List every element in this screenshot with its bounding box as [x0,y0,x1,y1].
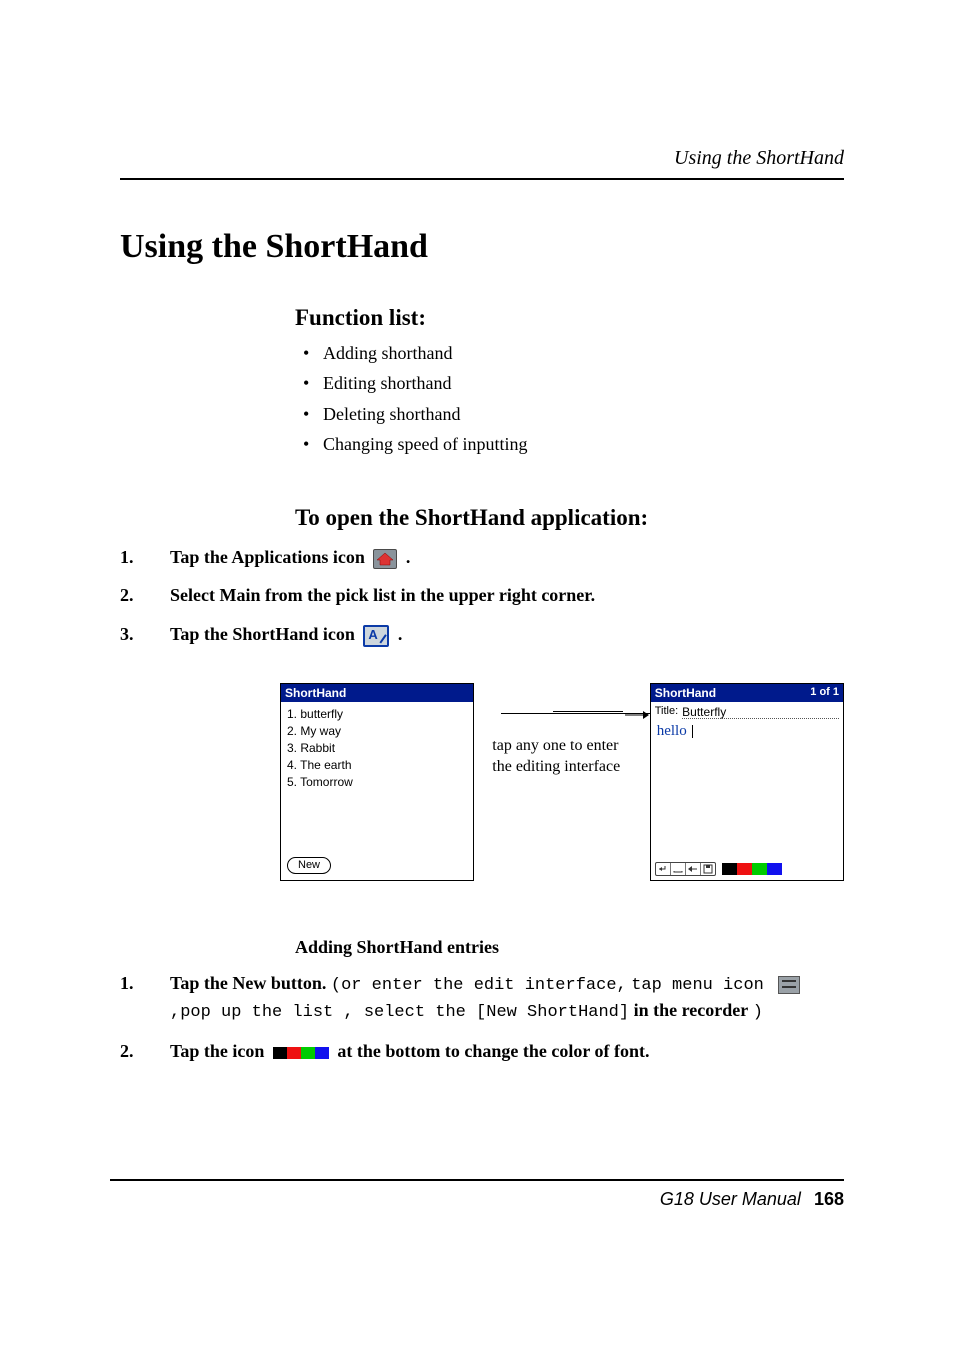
list-item: Changing speed of inputting [295,432,844,456]
step-text: Select Main from the pick list in the up… [170,585,595,605]
adding-section: Adding ShortHand entries [295,935,844,959]
step-text-tail: . [398,624,403,644]
color-black[interactable] [722,863,737,875]
step-mono: tap menu icon [631,976,774,995]
swatch-blue [315,1047,329,1059]
function-list: Adding shorthand Editing shorthand Delet… [295,341,844,456]
screen-title: ShortHand [285,685,346,701]
adding-steps: Tap the New button. (or enter the edit i… [120,971,844,1063]
step: Tap the ShortHand icon A . [120,622,844,647]
color-swatches-icon [273,1047,329,1059]
written-text: hello [657,723,687,739]
step-text-tail: . [406,547,411,567]
color-red[interactable] [737,863,752,875]
function-list-section: Function list: Adding shorthand Editing … [295,302,844,456]
open-app-heading: To open the ShortHand application: [295,502,844,533]
home-icon [373,549,397,569]
list-item: Adding shorthand [295,341,844,365]
footer-page-number: 168 [814,1189,844,1209]
return-icon[interactable] [656,863,671,875]
adding-heading: Adding ShortHand entries [295,935,844,959]
step-bold: at the bottom to change the color of fon… [337,1041,649,1061]
list-item: Deleting shorthand [295,402,844,426]
running-header: Using the ShortHand [120,145,844,180]
screenshot-shorthand-edit: ShortHand 1 of 1 Title: Butterfly hello [650,683,844,881]
toolbar-icons [655,862,716,876]
screenshots-row: ShortHand 1. butterfly 2. My way 3. Rabb… [280,683,844,881]
list-item[interactable]: 1. butterfly [287,706,467,722]
color-green[interactable] [752,863,767,875]
swatch-black [273,1047,287,1059]
arrow-icon [625,706,649,725]
page-title: Using the ShortHand [120,224,844,270]
writing-area[interactable]: hello [651,719,843,863]
step-bold: in the recorder [634,1000,749,1020]
list-item: Editing shorthand [295,371,844,395]
title-label: Title: [655,704,678,719]
step-bold: Tap the New button. [170,973,326,993]
step: Select Main from the pick list in the up… [120,583,844,607]
list-item[interactable]: 5. Tomorrow [287,774,467,790]
swatch-red [287,1047,301,1059]
step-mono: (or enter the edit interface, [331,976,627,995]
screenshot-shorthand-list: ShortHand 1. butterfly 2. My way 3. Rabb… [280,683,474,881]
step-text: Tap the ShortHand icon [170,624,359,644]
backspace-icon[interactable] [686,863,701,875]
shorthand-icon: A [363,625,389,647]
screen-titlebar: ShortHand [281,684,473,702]
screen-title: ShortHand [655,685,716,701]
callout-line [553,711,623,712]
swatch-green [301,1047,315,1059]
shorthand-list: 1. butterfly 2. My way 3. Rabbit 4. The … [281,702,473,795]
color-palette[interactable] [722,863,782,875]
list-item[interactable]: 4. The earth [287,757,467,773]
space-icon[interactable] [671,863,686,875]
title-input[interactable]: Butterfly [682,704,839,719]
step: Tap the Applications icon . [120,545,844,569]
list-item[interactable]: 3. Rabbit [287,740,467,756]
step-bold: Tap the icon [170,1041,264,1061]
new-button[interactable]: New [287,857,331,874]
page-footer: G18 User Manual 168 [110,1179,844,1211]
step-mono: ,pop up the list , select the [New Short… [170,1003,629,1022]
footer-manual: G18 User Manual [660,1189,801,1209]
step: Tap the icon at the bottom to change the… [120,1039,844,1063]
color-blue[interactable] [767,863,782,875]
menu-icon [778,976,800,994]
title-field-row: Title: Butterfly [651,702,843,719]
step: Tap the New button. (or enter the edit i… [120,971,844,1025]
step-mono: ) [753,1003,763,1022]
screen-titlebar: ShortHand 1 of 1 [651,684,843,702]
save-icon[interactable] [701,863,715,875]
text-cursor [692,725,693,738]
page: Using the ShortHand Using the ShortHand … [0,0,954,1351]
screen-page-indicator: 1 of 1 [810,685,839,700]
step-text: Tap the Applications icon [170,547,369,567]
open-app-section: To open the ShortHand application: [295,502,844,533]
screenshot-caption: tap any one to enter the editing interfa… [492,735,631,778]
function-list-heading: Function list: [295,302,844,333]
edit-toolbar [651,862,843,876]
open-app-steps: Tap the Applications icon . Select Main … [120,545,844,646]
list-item[interactable]: 2. My way [287,723,467,739]
